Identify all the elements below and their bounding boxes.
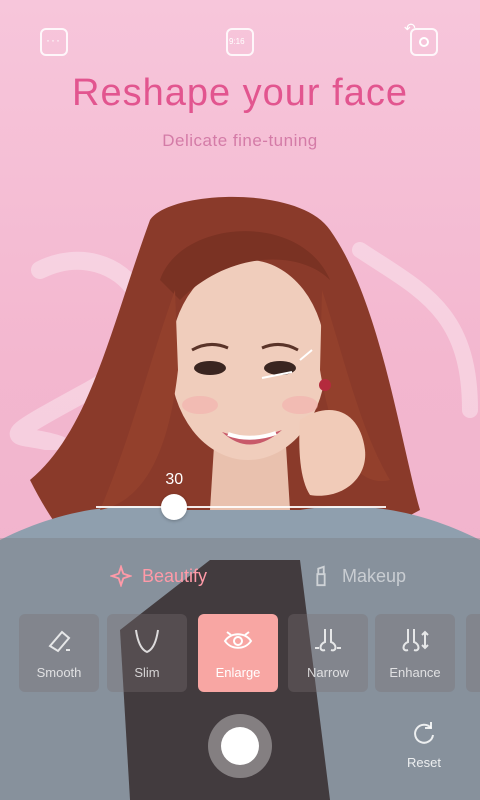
jaw-icon [135,629,159,654]
tool-enhance[interactable]: Enhance [375,614,455,692]
tool-more-partial[interactable] [466,614,480,692]
nose-enhance-icon [402,629,429,652]
tool-enhance-label: Enhance [389,665,441,680]
intensity-slider-track[interactable] [96,506,386,508]
page-title: Reshape your face [72,72,408,114]
aspect-ratio-button[interactable]: 9:16 [226,28,254,56]
camera-lens-icon [419,37,429,47]
switch-camera-icon[interactable]: ↶ [404,20,438,56]
shutter-button[interactable] [208,714,272,778]
tool-smooth[interactable]: Smooth [19,614,99,692]
lipstick-icon [316,565,326,587]
rotate-arrow-icon: ↶ [404,20,416,36]
reset-icon [414,722,434,744]
slider-value: 30 [165,471,184,488]
more-options-icon[interactable] [40,28,68,56]
aspect-ratio-label: 9:16 [229,37,245,46]
sparkle-icon [110,565,132,587]
eraser-icon [48,630,71,653]
tab-makeup[interactable]: Makeup [310,564,406,588]
tab-beautify-label: Beautify [142,565,208,586]
tab-beautify[interactable]: Beautify [110,564,207,588]
reset-button[interactable]: Reset [398,720,450,772]
camera-screen: 9:16 ↶ Reshape your face Delicate fine-t… [0,0,480,800]
tool-narrow-label: Narrow [307,665,349,680]
tool-enlarge[interactable]: Enlarge [198,614,278,692]
page-subtitle: Delicate fine-tuning [162,131,318,150]
tool-slim-label: Slim [134,665,160,680]
tool-enlarge-label: Enlarge [215,665,261,680]
reset-label: Reset [407,755,441,770]
eye-icon [223,631,253,649]
tool-smooth-label: Smooth [36,665,82,680]
nose-narrow-icon [315,629,341,652]
shutter-core [221,727,259,765]
tool-slim[interactable]: Slim [107,614,187,692]
tool-narrow[interactable]: Narrow [288,614,368,692]
tab-makeup-label: Makeup [342,565,407,586]
